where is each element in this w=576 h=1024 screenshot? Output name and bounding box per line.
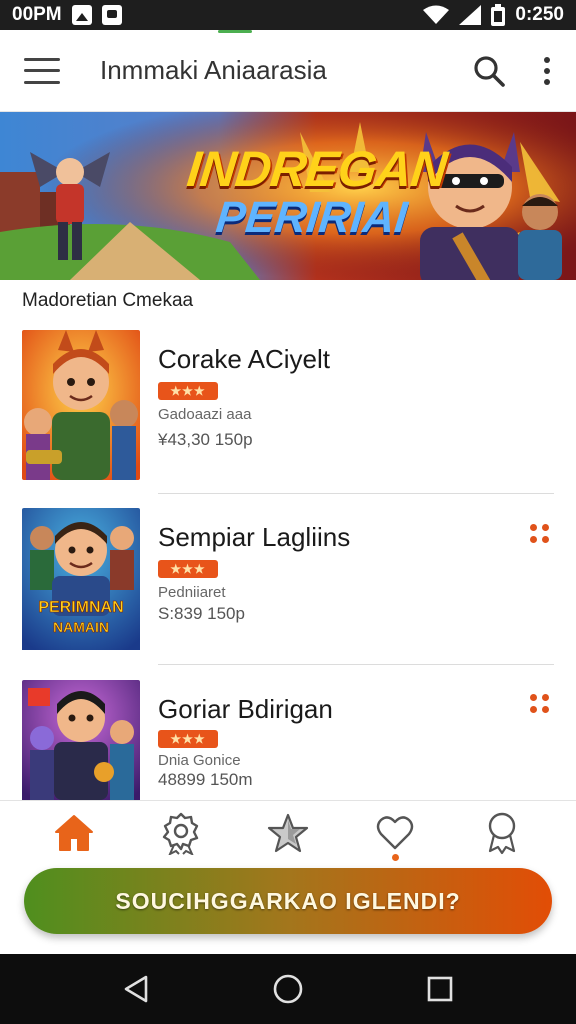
image-notification-icon bbox=[71, 5, 92, 25]
item-subtitle: Dnia Gonice bbox=[158, 752, 241, 769]
list-item[interactable]: Corake ACiyelt ★★★ Gadoaazi aaa ¥43,30 1… bbox=[0, 318, 576, 494]
settings-badge-icon bbox=[162, 812, 198, 855]
nav-settings[interactable] bbox=[151, 803, 211, 863]
item-thumbnail bbox=[22, 680, 140, 800]
system-recents-button[interactable] bbox=[410, 959, 470, 1019]
banner-headline: INDREGAN PERIRIAI bbox=[180, 141, 450, 242]
nav-home[interactable] bbox=[44, 803, 104, 863]
banner-headline-line1: INDREGAN bbox=[184, 141, 450, 197]
game-list: Corake ACiyelt ★★★ Gadoaazi aaa ¥43,30 1… bbox=[0, 318, 576, 800]
system-back-button[interactable] bbox=[106, 959, 166, 1019]
message-notification-icon bbox=[101, 5, 122, 25]
item-rating-badge: ★★★ bbox=[158, 560, 218, 578]
recents-icon bbox=[427, 976, 453, 1002]
status-bar: 00PM 0:250 bbox=[0, 0, 576, 30]
app-bar: Inmmaki Aniaarasia bbox=[0, 30, 576, 112]
item-title: Goriar Bdirigan bbox=[158, 694, 333, 724]
system-home-button[interactable] bbox=[258, 959, 318, 1019]
item-meta: ¥43,30 150p bbox=[158, 430, 253, 449]
cta-area: SOUCIHGGARKAO IGLENDI? bbox=[0, 864, 576, 954]
item-rating-badge: ★★★ bbox=[158, 730, 218, 748]
item-subtitle: Gadoaazi aaa bbox=[158, 406, 252, 423]
item-thumbnail bbox=[22, 330, 140, 480]
nav-profile[interactable] bbox=[472, 803, 532, 863]
award-icon bbox=[489, 812, 516, 854]
nav-likes[interactable] bbox=[365, 803, 425, 863]
item-more-icon[interactable] bbox=[530, 524, 550, 544]
item-thumbnail: PERIMNAN NAMAIN bbox=[22, 508, 140, 658]
item-title: Sempiar Lagliins bbox=[158, 522, 351, 552]
list-item[interactable]: PERIMNAN NAMAIN Sempiar Lagliins ★★★ Ped… bbox=[0, 494, 576, 665]
home-circle-icon bbox=[273, 974, 303, 1004]
home-icon bbox=[54, 814, 93, 851]
promo-banner[interactable]: INDREGAN PERIRIAI bbox=[0, 112, 576, 280]
status-time-left: 00PM bbox=[12, 4, 62, 25]
battery-icon bbox=[491, 4, 506, 26]
item-subtitle: Pedniiaret bbox=[158, 584, 226, 601]
nav-notification-dot bbox=[391, 853, 399, 861]
status-bar-right: 0:250 bbox=[423, 4, 564, 26]
wifi-icon bbox=[423, 5, 450, 24]
hamburger-menu-icon[interactable] bbox=[24, 57, 60, 84]
primary-cta-button[interactable]: SOUCIHGGARKAO IGLENDI? bbox=[24, 868, 552, 934]
app-title: Inmmaki Aniaarasia bbox=[100, 55, 327, 85]
item-more-icon[interactable] bbox=[530, 694, 550, 714]
heart-icon bbox=[376, 815, 414, 849]
nav-favorites[interactable] bbox=[258, 803, 318, 863]
signal-icon bbox=[459, 5, 482, 25]
item-title: Corake ACiyelt bbox=[158, 344, 330, 374]
star-icon bbox=[267, 813, 309, 852]
banner-headline-line2: PERIRIAI bbox=[213, 193, 410, 242]
section-title: Madoretian Cmekaa bbox=[22, 290, 194, 311]
back-icon bbox=[124, 975, 148, 1003]
search-icon[interactable] bbox=[472, 54, 506, 88]
item-meta: S:839 150p bbox=[158, 604, 245, 623]
bottom-nav bbox=[0, 800, 576, 864]
item-thumbnail-text-2: NAMAIN bbox=[53, 619, 109, 635]
status-bar-left: 00PM bbox=[12, 4, 122, 26]
item-rating-badge: ★★★ bbox=[158, 382, 218, 400]
more-vert-icon[interactable] bbox=[542, 56, 552, 86]
system-nav-bar bbox=[0, 954, 576, 1024]
item-thumbnail-text-1: PERIMNAN bbox=[38, 599, 123, 616]
status-time-right: 0:250 bbox=[515, 4, 564, 25]
app-actions bbox=[472, 54, 552, 88]
list-item[interactable]: Goriar Bdirigan ★★★ Dnia Gonice 48899 15… bbox=[0, 664, 576, 800]
item-meta: 48899 150m bbox=[158, 770, 253, 789]
app-bar-accent bbox=[218, 30, 252, 33]
